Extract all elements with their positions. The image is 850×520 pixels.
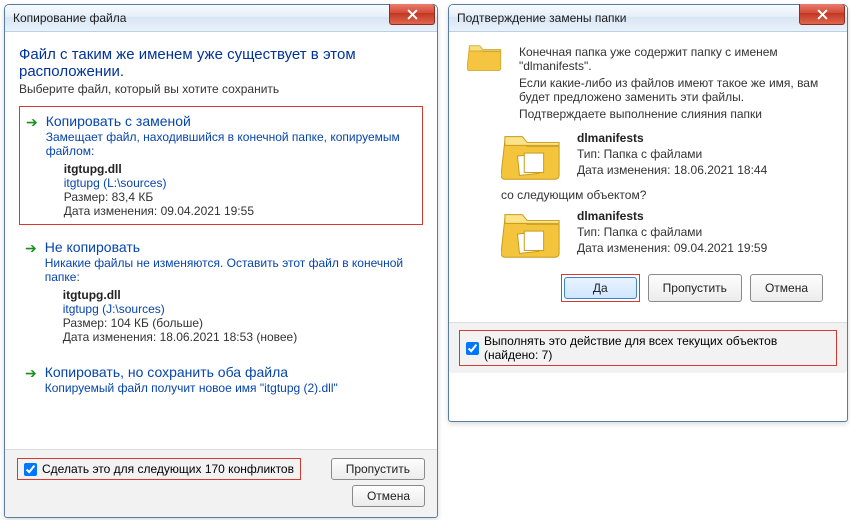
option-desc: Никакие файлы не изменяются. Оставить эт…: [45, 256, 417, 284]
arrow-icon: ➔: [25, 366, 37, 399]
close-icon: [817, 9, 828, 20]
option-desc: Замещает файл, находившийся в конечной п…: [46, 130, 416, 158]
option-title: Не копировать: [45, 239, 417, 255]
option-desc: Копируемый файл получит новое имя "itgtu…: [45, 381, 338, 395]
apply-all-row[interactable]: Выполнять это действие для всех текущих …: [459, 330, 837, 366]
option-copy-replace[interactable]: ➔ Копировать с заменой Замещает файл, на…: [19, 106, 423, 225]
folder-name: dlmanifests: [577, 130, 767, 146]
option-dont-copy[interactable]: ➔ Не копировать Никакие файлы не изменяю…: [19, 233, 423, 350]
folder-name: dlmanifests: [577, 208, 767, 224]
folder-date: Дата изменения: 18.06.2021 18:44: [577, 162, 767, 178]
apply-all-row[interactable]: Сделать это для следующих 170 конфликтов: [17, 458, 301, 480]
file-name: itgtupg.dll: [63, 288, 417, 302]
info-p3: Подтверждаете выполнение слияния папки: [519, 107, 831, 121]
confirm-folder-replace-dialog: Подтверждение замены папки Конечная папк…: [448, 4, 848, 422]
file-date: Дата изменения: 09.04.2021 19:55: [64, 204, 416, 218]
close-icon: [407, 9, 418, 20]
file-date: Дата изменения: 18.06.2021 18:53 (новее): [63, 330, 417, 344]
window-title: Подтверждение замены папки: [457, 11, 626, 25]
window-title: Копирование файла: [13, 11, 126, 25]
dialog-sub: Выберите файл, который вы хотите сохрани…: [19, 82, 423, 96]
cancel-button[interactable]: Отмена: [352, 485, 425, 507]
arrow-icon: ➔: [25, 241, 37, 344]
source-folder-info: dlmanifests Тип: Папка с файлами Дата из…: [501, 208, 831, 260]
target-folder-info: dlmanifests Тип: Папка с файлами Дата из…: [501, 130, 831, 182]
option-title: Копировать с заменой: [46, 113, 416, 129]
arrow-icon: ➔: [26, 115, 38, 218]
copy-file-dialog: Копирование файла Файл с таким же именем…: [4, 4, 438, 518]
folder-type: Тип: Папка с файлами: [577, 146, 767, 162]
titlebar[interactable]: Подтверждение замены папки: [449, 5, 847, 32]
file-path: itgtupg (L:\sources): [64, 176, 416, 190]
folder-date: Дата изменения: 09.04.2021 19:59: [577, 240, 767, 256]
close-button[interactable]: [799, 4, 845, 25]
file-name: itgtupg.dll: [64, 162, 416, 176]
folder-type: Тип: Папка с файлами: [577, 224, 767, 240]
folder-icon: [501, 130, 563, 182]
dialog-footer: Выполнять это действие для всех текущих …: [449, 322, 847, 373]
skip-button[interactable]: Пропустить: [648, 274, 742, 302]
apply-all-label: Сделать это для следующих 170 конфликтов: [42, 462, 294, 476]
apply-all-label: Выполнять это действие для всех текущих …: [484, 334, 830, 362]
yes-button[interactable]: Да: [564, 277, 637, 299]
file-size: Размер: 83,4 КБ: [64, 190, 416, 204]
close-button[interactable]: [389, 4, 435, 25]
option-title: Копировать, но сохранить оба файла: [45, 364, 338, 380]
yes-highlight: Да: [561, 274, 640, 302]
titlebar[interactable]: Копирование файла: [5, 5, 437, 32]
option-keep-both[interactable]: ➔ Копировать, но сохранить оба файла Коп…: [19, 358, 423, 405]
file-path: itgtupg (J:\sources): [63, 302, 417, 316]
info-p2: Если какие-либо из файлов имеют такое же…: [519, 76, 831, 104]
cancel-button[interactable]: Отмена: [750, 274, 823, 302]
file-size: Размер: 104 КБ (больше): [63, 316, 417, 330]
info-p4: со следующим объектом?: [501, 188, 831, 202]
button-row: Да Пропустить Отмена: [461, 274, 823, 302]
folder-icon: [501, 208, 563, 260]
apply-all-checkbox[interactable]: [466, 342, 479, 355]
merge-folder-icon: [461, 42, 509, 124]
dialog-headline: Файл с таким же именем уже существует в …: [19, 46, 423, 80]
info-p1: Конечная папка уже содержит папку с имен…: [519, 45, 831, 73]
skip-button[interactable]: Пропустить: [331, 458, 425, 480]
apply-all-checkbox[interactable]: [24, 463, 37, 476]
dialog-footer: Сделать это для следующих 170 конфликтов…: [5, 449, 437, 517]
